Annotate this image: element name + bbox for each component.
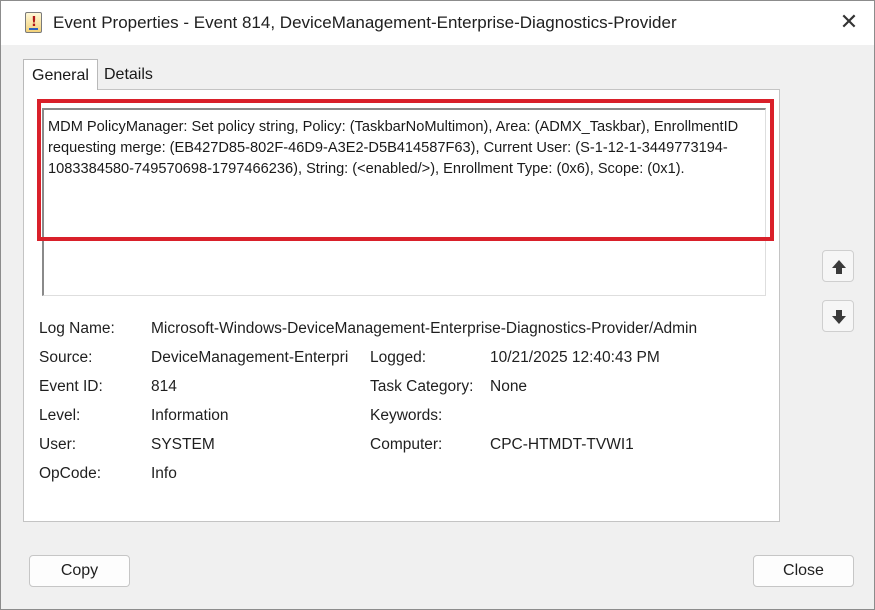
tab-general[interactable]: General — [23, 59, 98, 90]
event-properties-window: ! Event Properties - Event 814, DeviceMa… — [0, 0, 875, 610]
user-label: User: — [39, 436, 77, 453]
tab-details[interactable]: Details — [96, 63, 161, 89]
task-category-label: Task Category: — [370, 378, 474, 395]
window-title: Event Properties - Event 814, DeviceMana… — [53, 13, 677, 32]
event-id-label: Event ID: — [39, 378, 103, 395]
opcode-label: OpCode: — [39, 465, 102, 482]
user-value: SYSTEM — [151, 436, 215, 453]
close-icon[interactable]: ✕ — [827, 5, 871, 41]
logged-label: Logged: — [370, 349, 427, 366]
logged-value: 10/21/2025 12:40:43 PM — [490, 349, 660, 366]
event-viewer-icon: ! — [25, 12, 42, 33]
event-description-text: MDM PolicyManager: Set policy string, Po… — [48, 119, 739, 177]
log-name-label: Log Name: — [39, 320, 115, 337]
event-id-value: 814 — [151, 378, 177, 395]
computer-value: CPC-HTMDT-TVWI1 — [490, 436, 634, 453]
title-bar: ! Event Properties - Event 814, DeviceMa… — [1, 1, 874, 45]
log-name-value: Microsoft-Windows-DeviceManagement-Enter… — [151, 320, 698, 337]
opcode-value: Info — [151, 465, 177, 482]
task-category-value: None — [490, 378, 528, 395]
previous-event-button[interactable] — [822, 250, 854, 282]
next-event-button[interactable] — [822, 300, 854, 332]
arrow-up-icon — [832, 260, 846, 274]
keywords-label: Keywords: — [370, 407, 443, 424]
close-button[interactable]: Close — [753, 555, 854, 587]
computer-label: Computer: — [370, 436, 443, 453]
copy-button[interactable]: Copy — [29, 555, 130, 587]
level-label: Level: — [39, 407, 81, 424]
source-value: DeviceManagement-Enterpri — [151, 349, 349, 366]
level-value: Information — [151, 407, 229, 424]
source-label: Source: — [39, 349, 93, 366]
arrow-down-icon — [832, 310, 846, 324]
